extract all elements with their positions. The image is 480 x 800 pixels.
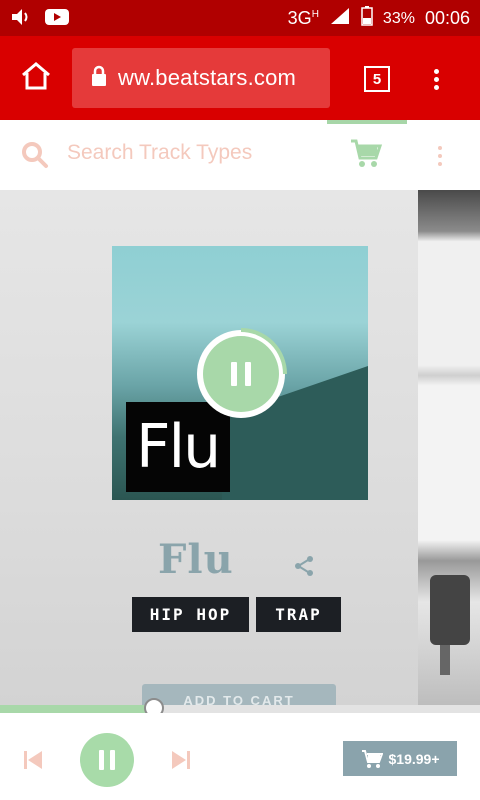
previous-icon[interactable] <box>22 750 44 775</box>
battery-level: 33% <box>382 9 415 27</box>
progress-fill <box>0 705 154 713</box>
next-icon[interactable] <box>170 750 192 775</box>
pause-icon <box>99 750 115 770</box>
network-sub: H <box>311 9 319 20</box>
app-header: Search Track Types <box>0 120 480 190</box>
volume-icon <box>10 7 32 32</box>
play-pause-button[interactable] <box>80 733 134 787</box>
network-type: 3G <box>287 8 312 28</box>
pause-icon <box>197 328 287 418</box>
signal-icon <box>329 6 351 31</box>
home-button[interactable] <box>18 58 54 94</box>
network-indicator: 3GH <box>288 8 319 29</box>
home-icon <box>22 62 50 90</box>
cart-icon <box>361 749 383 768</box>
tab-switcher-button[interactable]: 5 <box>364 66 390 92</box>
lock-icon <box>90 65 108 92</box>
browser-menu-button[interactable] <box>426 66 446 96</box>
artwork-pause-button[interactable] <box>193 326 289 422</box>
cart-icon[interactable] <box>349 138 383 175</box>
tag-trap[interactable]: TRAP <box>256 597 341 632</box>
share-icon[interactable] <box>292 554 316 578</box>
search-input[interactable]: Search Track Types <box>67 141 252 165</box>
price-label: $19.99+ <box>388 750 440 767</box>
clock: 00:06 <box>424 8 470 28</box>
price-cart-button[interactable]: $19.99+ <box>343 741 457 776</box>
url-text: ww.beatstars.com <box>118 65 297 90</box>
menu-dots-icon <box>433 69 439 74</box>
kebab-icon[interactable] <box>438 142 442 170</box>
youtube-icon <box>44 7 70 32</box>
active-indicator <box>327 120 407 124</box>
search-icon[interactable] <box>20 140 50 175</box>
track-title: Flu <box>158 536 234 583</box>
browser-toolbar: ww.beatstars.com 5 <box>0 36 480 120</box>
url-bar[interactable]: ww.beatstars.com <box>72 48 330 108</box>
player-bar: $19.99+ <box>0 713 480 800</box>
tag-hip-hop[interactable]: HIP HOP <box>132 597 249 632</box>
chair-image <box>430 575 470 645</box>
status-bar: 3GH 33% 00:06 <box>0 0 480 36</box>
battery-icon <box>361 6 373 31</box>
